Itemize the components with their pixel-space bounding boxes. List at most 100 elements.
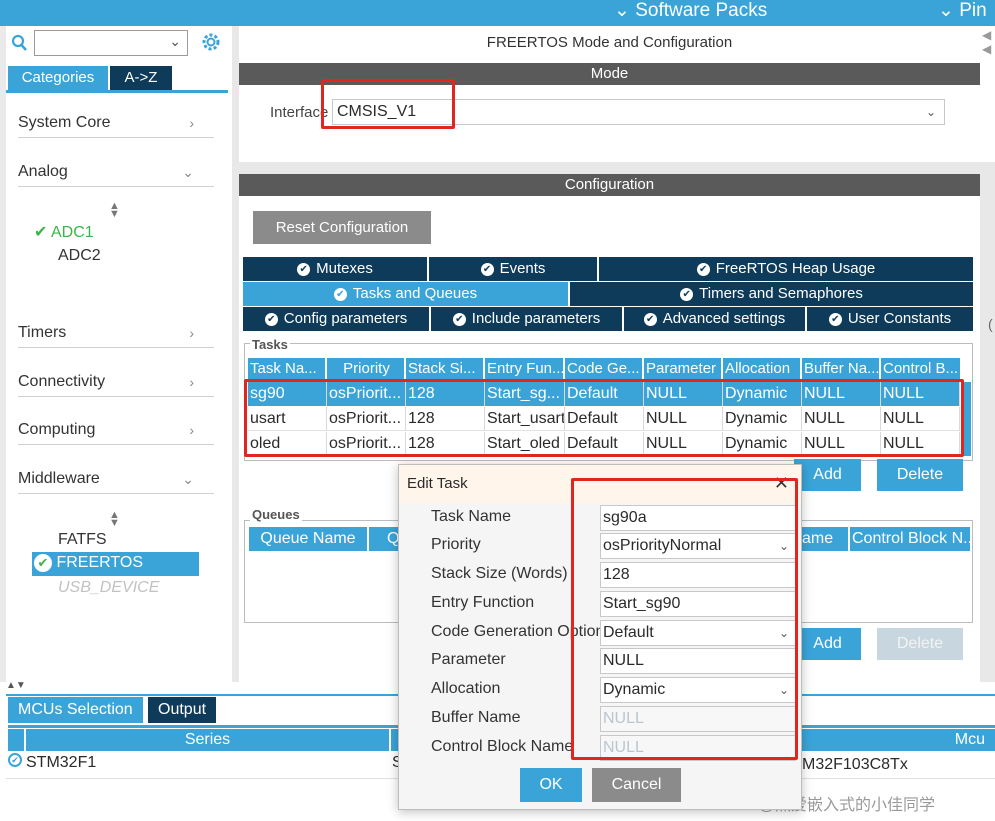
sort-arrows-icon[interactable]: ▲ ▼	[109, 510, 120, 529]
highlight-box	[571, 478, 798, 760]
label-task-name: Task Name	[431, 508, 512, 525]
column-header[interactable]: ame	[800, 527, 848, 551]
series-corner	[8, 729, 24, 751]
sidebar-edge	[0, 26, 6, 682]
column-header[interactable]: Q	[369, 527, 399, 551]
sidebar-item-computing[interactable]: Computing ›	[18, 415, 214, 445]
ok-button[interactable]: OK	[520, 768, 582, 802]
add-task-button[interactable]: Add	[794, 459, 861, 491]
check-circle-icon: ✔	[480, 263, 494, 276]
check-circle-icon: ✔	[297, 263, 311, 276]
check-circle-icon: ✔	[333, 288, 347, 301]
gear-icon[interactable]	[200, 31, 222, 53]
tab-mcus-selection[interactable]: MCUs Selection	[8, 697, 143, 723]
search-icon[interactable]	[11, 34, 28, 52]
tab-row-1: ✔ Mutexes ✔ Events ✔ FreeRTOS Heap Usage	[243, 257, 973, 281]
column-header[interactable]: Buffer Na...	[802, 358, 881, 380]
category-tab-underline	[6, 90, 228, 93]
label-entry-function: Entry Function	[431, 594, 535, 611]
tasks-table-header: Task Na... Priority Stack Si... Entry Fu…	[248, 358, 960, 380]
tab-tasks-and-queues[interactable]: ✔ Tasks and Queues	[243, 282, 570, 306]
sidebar-item-label: Connectivity	[18, 373, 106, 390]
collapse-arrows-icon[interactable]: ◀ ◀	[982, 28, 991, 56]
tab-config-parameters[interactable]: ✔ Config parameters	[243, 307, 431, 331]
tab-row-2: ✔ Tasks and Queues ✔ Timers and Semaphores	[243, 282, 973, 306]
sidebar-item-freertos[interactable]: ✔ FREERTOS	[32, 552, 199, 576]
tab-advanced-settings[interactable]: ✔ Advanced settings	[624, 307, 807, 331]
cancel-button[interactable]: Cancel	[592, 768, 681, 802]
highlight-box	[244, 379, 964, 457]
interface-label: Interface	[270, 104, 329, 121]
column-header[interactable]: Control Block N...	[850, 527, 970, 551]
reset-configuration-button[interactable]: Reset Configuration	[253, 211, 431, 244]
resize-arrows-icon[interactable]: ▲▼	[6, 681, 26, 691]
sidebar-item-system-core[interactable]: System Core ›	[18, 108, 214, 138]
chevron-right-icon: ›	[189, 115, 194, 131]
tab-heap-usage[interactable]: ✔ FreeRTOS Heap Usage	[599, 257, 973, 281]
check-icon: ✔	[34, 224, 48, 241]
label-allocation: Allocation	[431, 680, 501, 697]
tab-output[interactable]: Output	[148, 697, 217, 723]
column-header[interactable]: Control B...	[881, 358, 960, 380]
tab-events[interactable]: ✔ Events	[429, 257, 599, 281]
check-circle-icon: ✔	[680, 288, 694, 301]
chevron-down-icon: ⌄	[182, 471, 194, 487]
chevron-down-icon[interactable]: ⌄	[169, 33, 181, 50]
column-header[interactable]: Stack Si...	[406, 358, 485, 380]
check-circle-icon: ✔	[643, 313, 657, 326]
chevron-down-icon: ⌄	[938, 0, 954, 21]
tab-timers-semaphores[interactable]: ✔ Timers and Semaphores	[570, 282, 973, 306]
tab-categories[interactable]: Categories	[8, 66, 108, 90]
tab-atoz[interactable]: A->Z	[110, 66, 172, 90]
column-header[interactable]: Series	[26, 729, 389, 751]
column-header[interactable]: Allocation	[723, 358, 802, 380]
sidebar-item-label: Analog	[18, 163, 68, 180]
check-circle-icon: ✔	[8, 753, 22, 767]
delete-task-button[interactable]: Delete	[877, 459, 963, 491]
check-circle-icon: ✔	[696, 263, 710, 276]
chevron-down-icon: ⌄	[614, 0, 630, 21]
label-buffer-name: Buffer Name	[431, 709, 521, 726]
add-queue-button[interactable]: Add	[794, 628, 861, 660]
sidebar-item-adc2[interactable]: ADC2	[58, 245, 101, 267]
chevron-right-icon: ›	[189, 374, 194, 390]
search-input[interactable]	[37, 32, 161, 54]
tab-user-constants[interactable]: ✔ User Constants	[807, 307, 973, 331]
page-title: FREERTOS Mode and Configuration	[486, 34, 733, 51]
column-header[interactable]: Task Na...	[248, 358, 327, 380]
sidebar-item-label: Middleware	[18, 470, 100, 487]
label-parameter: Parameter	[431, 651, 506, 668]
label-control-block-name: Control Block Name	[431, 738, 574, 755]
sidebar-item-adc1[interactable]: ✔ ADC1	[34, 222, 94, 244]
sidebar-item-label: Timers	[18, 324, 67, 341]
mcu-value: M32F103C8Tx	[802, 756, 908, 773]
delete-queue-button[interactable]: Delete	[877, 628, 963, 660]
search-combobox[interactable]: ⌄	[34, 30, 188, 56]
sort-arrows-icon[interactable]: ▲ ▼	[109, 201, 120, 220]
pinout-menu[interactable]: ⌄ Pin	[938, 0, 987, 22]
queues-legend: Queues	[250, 507, 302, 522]
software-packs-menu[interactable]: ⌄ Software Packs	[614, 0, 767, 22]
column-header[interactable]: Mcu	[802, 729, 995, 751]
column-header[interactable]: Code Ge...	[565, 358, 644, 380]
column-header[interactable]: Parameter	[644, 358, 723, 380]
sidebar-item-label: Computing	[18, 421, 96, 438]
label-stack-size: Stack Size (Words)	[431, 565, 568, 582]
chevron-down-icon: ⌄	[182, 164, 194, 180]
chevron-right-icon: ›	[189, 325, 194, 341]
chevron-right-icon: ›	[189, 422, 194, 438]
sidebar-item-middleware[interactable]: Middleware ⌄	[18, 464, 214, 494]
tab-include-parameters[interactable]: ✔ Include parameters	[431, 307, 624, 331]
sidebar-item-analog[interactable]: Analog ⌄	[18, 157, 214, 187]
column-header[interactable]: Entry Fun...	[485, 358, 565, 380]
highlight-box	[321, 79, 455, 129]
column-header[interactable]: Queue Name	[249, 527, 367, 551]
sidebar-item-fatfs[interactable]: FATFS	[58, 529, 107, 551]
sidebar-item-usb-device[interactable]: USB_DEVICE	[58, 577, 159, 599]
sidebar-item-connectivity[interactable]: Connectivity ›	[18, 367, 214, 397]
column-header[interactable]: Priority	[327, 358, 406, 380]
check-circle-icon: ✔	[34, 554, 52, 572]
tab-mutexes[interactable]: ✔ Mutexes	[243, 257, 429, 281]
sidebar-item-timers[interactable]: Timers ›	[18, 318, 214, 348]
sidebar-item-label: System Core	[18, 114, 111, 131]
